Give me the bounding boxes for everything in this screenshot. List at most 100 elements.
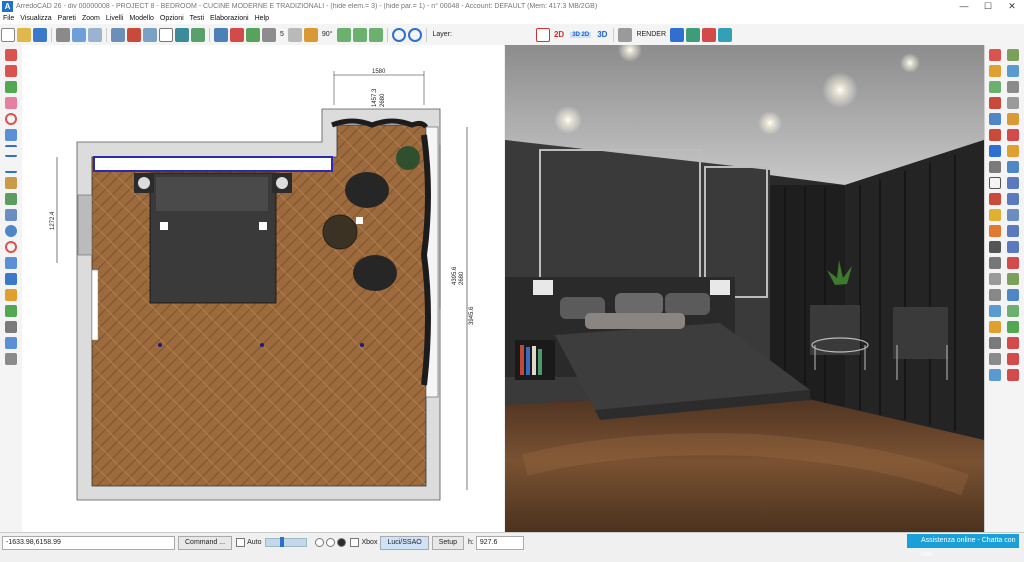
tool-blocks-icon[interactable] [5, 257, 17, 269]
auto-checkbox-box[interactable] [236, 538, 246, 547]
text-tool-icon[interactable] [670, 27, 685, 42]
rt-zoom-extents-icon[interactable] [1007, 241, 1019, 253]
rt-hammer-icon[interactable] [989, 257, 1001, 269]
material-icon[interactable] [303, 27, 318, 42]
tool-view-icon[interactable] [5, 353, 17, 365]
dimension-icon[interactable] [718, 27, 733, 42]
rt-cabinet-icon[interactable] [1007, 129, 1019, 141]
assist-chat-button[interactable]: Assistenza online - Chatta con noi! [907, 534, 1019, 558]
auto-checkbox[interactable]: Auto [236, 538, 261, 547]
font-icon[interactable] [686, 27, 701, 42]
tool-eraser-icon[interactable] [5, 97, 17, 109]
rt-print-icon[interactable] [989, 305, 1001, 317]
zoom-window-icon[interactable] [88, 27, 102, 42]
menu-testi[interactable]: Testi [187, 15, 207, 22]
menu-file[interactable]: File [0, 15, 17, 22]
radio-option-1[interactable] [315, 538, 325, 547]
rt-cube-icon[interactable] [989, 177, 1001, 189]
spin-value[interactable]: 5 [280, 31, 284, 38]
menu-modello[interactable]: Modello [126, 15, 157, 22]
rt-fit-icon[interactable] [1007, 257, 1019, 269]
rt-pan-icon[interactable] [1007, 209, 1019, 221]
box-view-icon[interactable] [143, 27, 157, 42]
rt-green-tool-icon[interactable] [1007, 321, 1019, 333]
tool-edit-icon[interactable] [5, 193, 17, 205]
rt-search-icon[interactable] [1007, 177, 1019, 189]
light-slider-thumb[interactable] [280, 537, 285, 547]
tool-line-icon[interactable] [5, 161, 17, 173]
dropdown-arrow-icon[interactable] [287, 27, 302, 42]
layers-icon[interactable] [214, 27, 228, 42]
tool-library-icon[interactable] [5, 305, 17, 317]
tool-save-icon[interactable] [5, 273, 17, 285]
tool-stack-icon[interactable] [5, 337, 17, 349]
annotation-icon[interactable] [702, 27, 717, 42]
rt-list-icon[interactable] [989, 353, 1001, 365]
rt-wall-icon[interactable] [989, 129, 1001, 141]
textured-cube-icon[interactable] [191, 27, 205, 42]
tool-search-icon[interactable] [5, 321, 17, 333]
tool-move-icon[interactable] [5, 65, 17, 77]
redo-icon[interactable] [407, 27, 422, 42]
rt-layer-icon[interactable] [1007, 273, 1019, 285]
render-view-3d[interactable] [505, 45, 984, 532]
rt-pen-icon[interactable] [1007, 97, 1019, 109]
tool-pencil-icon[interactable] [5, 209, 17, 221]
print-icon[interactable] [56, 27, 70, 42]
menu-help[interactable]: Help [252, 15, 272, 22]
rt-red-cube-icon[interactable] [989, 193, 1001, 205]
luci-ssao-button[interactable]: Luci/SSAO [380, 535, 429, 550]
print-preview-icon[interactable] [72, 27, 86, 42]
rt-view-icon[interactable] [989, 337, 1001, 349]
wall-tool-icon[interactable] [111, 27, 125, 42]
rt-export-icon[interactable] [1007, 289, 1019, 301]
command-button[interactable]: Command ... [178, 535, 233, 550]
tool-mirror-icon[interactable] [5, 129, 17, 141]
radio-option-2[interactable] [326, 538, 336, 547]
tool-cut-icon[interactable] [5, 49, 17, 61]
rotate-green-icon[interactable] [368, 27, 383, 42]
close-button[interactable]: ✕ [1000, 0, 1024, 13]
rt-import-icon[interactable] [1007, 305, 1019, 317]
rt-settings-icon[interactable] [989, 289, 1001, 301]
open-folder-icon[interactable] [17, 27, 31, 42]
rt-close-tool-icon[interactable] [1007, 353, 1019, 365]
rt-orange-cube-icon[interactable] [989, 225, 1001, 237]
move-green-icon[interactable] [352, 27, 367, 42]
rt-grid-icon[interactable] [1007, 65, 1019, 77]
rt-door-icon[interactable] [989, 161, 1001, 173]
rt-red-tool-icon[interactable] [1007, 337, 1019, 349]
rt-library-icon[interactable] [1007, 49, 1019, 61]
rt-zoom-in-icon[interactable] [1007, 193, 1019, 205]
rt-wrench-icon[interactable] [989, 241, 1001, 253]
plan-view-2d[interactable]: 1580 1457.3 2680 1272.4 4395.6 2680 3945… [22, 45, 504, 532]
rt-folder-icon[interactable] [989, 321, 1001, 333]
rt-paint-icon[interactable] [989, 97, 1001, 109]
plan-view-icon[interactable] [535, 27, 550, 42]
menu-elaborazioni[interactable]: Elaborazioni [207, 15, 252, 22]
maximize-button[interactable]: ☐ [976, 0, 1000, 13]
menu-visualizza[interactable]: Visualizza [17, 15, 54, 22]
menu-livelli[interactable]: Livelli [103, 15, 127, 22]
settings-icon[interactable] [262, 27, 276, 42]
new-file-icon[interactable] [1, 27, 15, 42]
tool-refresh-icon[interactable] [5, 113, 17, 125]
rt-chart-icon[interactable] [1007, 161, 1019, 173]
light-slider[interactable] [265, 537, 308, 547]
xbox-checkbox[interactable]: Xbox [350, 538, 377, 547]
cube-red-icon[interactable] [127, 27, 141, 42]
arrow-green-icon[interactable] [336, 27, 351, 42]
menu-zoom[interactable]: Zoom [79, 15, 103, 22]
tools-icon[interactable] [230, 27, 244, 42]
undo-icon[interactable] [391, 27, 406, 42]
rt-measure-icon[interactable] [989, 273, 1001, 285]
wireframe-cube-icon[interactable] [159, 27, 173, 42]
rt-cut-icon[interactable] [989, 49, 1001, 61]
tool-parallel-icon[interactable] [5, 145, 17, 157]
render-button[interactable]: RENDER [636, 31, 666, 38]
angle-value[interactable]: 90° [322, 31, 333, 38]
tool-rotate-icon[interactable] [5, 81, 17, 93]
mode-3d-button[interactable]: 3D [597, 30, 607, 39]
save-icon[interactable] [33, 27, 47, 42]
mode-2d-button[interactable]: 2D [554, 30, 564, 39]
